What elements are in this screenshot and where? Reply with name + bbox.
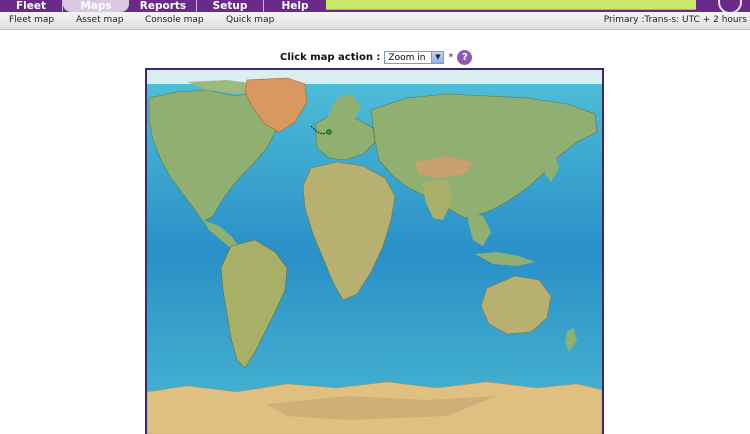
timezone-label: Primary :Trans-s: UTC + 2 hours — [603, 15, 747, 25]
tab-reports[interactable]: Reports — [130, 0, 197, 12]
map-action-row: Click map action : Zoom in ▼ * ? — [280, 49, 473, 65]
main-tab-bar: Fleet Maps Reports Setup Help — [0, 0, 750, 14]
map-canvas[interactable] — [147, 70, 602, 434]
submenu-console-map[interactable]: Console map — [145, 15, 204, 25]
tab-bar-corner — [696, 0, 750, 14]
tab-setup[interactable]: Setup — [197, 0, 264, 12]
submenu-asset-map[interactable]: Asset map — [76, 15, 123, 25]
map-action-label: Click map action : — [280, 51, 381, 63]
required-star: * — [448, 51, 454, 63]
submenu-quick-map[interactable]: Quick map — [226, 15, 274, 25]
tab-bar-accent — [326, 0, 696, 10]
submenu-fleet-map[interactable]: Fleet map — [9, 15, 54, 25]
world-map[interactable] — [145, 68, 604, 434]
tab-maps[interactable]: Maps — [63, 0, 129, 12]
map-action-select[interactable]: Zoom in ▼ — [384, 50, 445, 64]
question-icon[interactable]: ? — [457, 49, 473, 65]
chevron-down-icon[interactable]: ▼ — [431, 51, 444, 63]
sub-menu-bar: Fleet map Asset map Console map Quick ma… — [0, 12, 750, 30]
tab-help[interactable]: Help — [264, 0, 326, 12]
map-action-selected: Zoom in — [388, 52, 426, 63]
vehicle-marker[interactable] — [326, 129, 332, 135]
tab-fleet[interactable]: Fleet — [0, 0, 63, 12]
